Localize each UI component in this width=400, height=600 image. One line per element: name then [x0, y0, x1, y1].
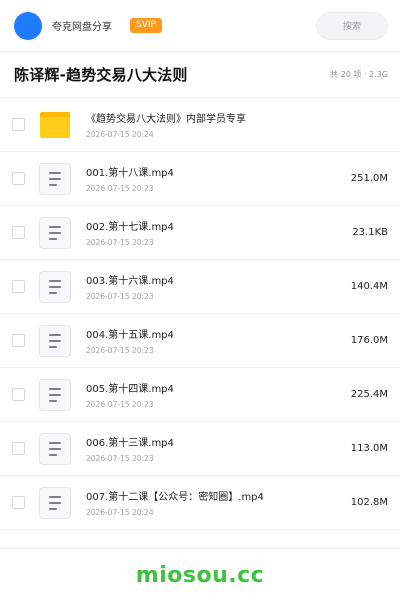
file-row[interactable]: 007.第十二课【公众号：密知圈】.mp4 2026-07-15 20:24 1…: [0, 476, 400, 530]
file-name: 《趋势交易八大法则》内部学员专享: [86, 114, 246, 125]
file-date: 2026-07-15 20:23: [86, 346, 154, 355]
file-row[interactable]: 005.第十四课.mp4 2026-07-15 20:23 225.4M: [0, 368, 400, 422]
file-name: 003.第十六课.mp4: [86, 276, 174, 287]
row-checkbox[interactable]: [12, 442, 25, 455]
row-checkbox[interactable]: [12, 496, 25, 509]
brand-name: 夸克网盘分享: [52, 22, 112, 33]
document-icon: [39, 324, 71, 357]
row-checkbox[interactable]: [12, 172, 25, 185]
row-checkbox[interactable]: [12, 280, 25, 293]
folder-icon: [38, 108, 72, 142]
document-icon: [39, 486, 71, 519]
file-date: 2026-07-15 20:23: [86, 184, 154, 193]
page-title: 陈译辉-趋势交易八大法则: [14, 66, 188, 84]
file-row[interactable]: 004.第十五课.mp4 2026-07-15 20:23 176.0M: [0, 314, 400, 368]
file-size: 140.4M: [350, 281, 388, 292]
file-size: 251.0M: [350, 173, 388, 184]
document-icon: [39, 378, 71, 411]
file-date: 2026-07-15 20:24: [86, 508, 154, 517]
file-list: 《趋势交易八大法则》内部学员专享 2026-07-15 20:24 001.第十…: [0, 98, 400, 530]
file-name: 007.第十二课【公众号：密知圈】.mp4: [86, 492, 264, 503]
row-checkbox[interactable]: [12, 388, 25, 401]
file-name: 005.第十四课.mp4: [86, 384, 174, 395]
file-row[interactable]: 002.第十七课.mp4 2026-07-15 20:23 23.1KB: [0, 206, 400, 260]
file-name: 004.第十五课.mp4: [86, 330, 174, 341]
folder-meta: 共 20 项 · 2.3G: [330, 70, 388, 79]
divider: [0, 548, 400, 549]
file-date: 2026-07-15 20:23: [86, 238, 154, 247]
folder-title-bar: 陈译辉-趋势交易八大法则 共 20 项 · 2.3G: [0, 52, 400, 98]
svip-badge: SVIP: [130, 18, 162, 33]
file-row[interactable]: 003.第十六课.mp4 2026-07-15 20:23 140.4M: [0, 260, 400, 314]
search-button[interactable]: 搜索: [316, 11, 388, 40]
file-row[interactable]: 001.第十八课.mp4 2026-07-15 20:23 251.0M: [0, 152, 400, 206]
row-checkbox[interactable]: [12, 334, 25, 347]
file-name: 006.第十三课.mp4: [86, 438, 174, 449]
row-checkbox[interactable]: [12, 226, 25, 239]
watermark: miosou.cc: [135, 563, 265, 588]
file-date: 2026-07-15 20:23: [86, 400, 154, 409]
file-date: 2026-07-15 20:23: [86, 454, 154, 463]
file-size: 102.8M: [350, 497, 388, 508]
share-page: 夸克网盘分享 SVIP 搜索 陈译辉-趋势交易八大法则 共 20 项 · 2.3…: [0, 0, 400, 600]
document-icon: [39, 432, 71, 465]
document-icon: [39, 216, 71, 249]
file-date: 2026-07-15 20:23: [86, 292, 154, 301]
document-icon: [39, 162, 71, 195]
file-size: 23.1KB: [352, 227, 388, 238]
file-row-folder[interactable]: 《趋势交易八大法则》内部学员专享 2026-07-15 20:24: [0, 98, 400, 152]
document-icon: [39, 270, 71, 303]
search-label: 搜索: [342, 22, 361, 32]
row-checkbox[interactable]: [12, 118, 25, 131]
file-date: 2026-07-15 20:24: [86, 130, 154, 139]
file-size: 225.4M: [350, 389, 388, 400]
file-name: 001.第十八课.mp4: [86, 168, 174, 179]
file-row[interactable]: 006.第十三课.mp4 2026-07-15 20:23 113.0M: [0, 422, 400, 476]
file-name: 002.第十七课.mp4: [86, 222, 174, 233]
top-bar: 夸克网盘分享 SVIP 搜索: [0, 0, 400, 52]
file-size: 176.0M: [350, 335, 388, 346]
file-size: 113.0M: [350, 443, 388, 454]
avatar[interactable]: [14, 11, 42, 40]
